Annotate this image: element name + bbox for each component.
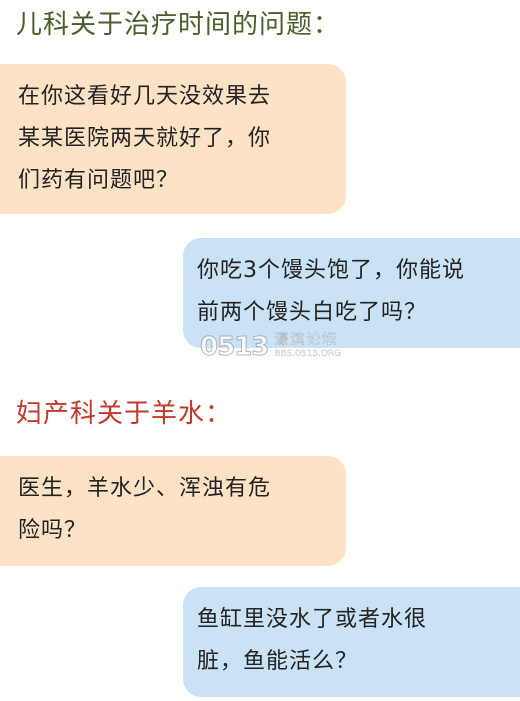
watermark-logo: 0513 [199,332,269,363]
message-line: 们药有问题吧？ [18,168,180,193]
watermark-text: 濠滨论坛 BBS.0513.ORG [274,333,341,361]
message-line: 前两个馒头白吃了吗？ [197,300,428,325]
patient-question-bubble: 医生，羊水少、浑浊有危 险吗？ [0,456,346,566]
watermark-url: BBS.0513.ORG [274,349,342,359]
doctor-answer-bubble: 鱼缸里没水了或者水很 脏，鱼能活么？ [183,587,520,697]
message-line: 你吃3个馒头饱了，你能说 [197,258,465,283]
message-line: 某某医院两天就好了，你 [18,126,272,151]
message-line: 鱼缸里没水了或者水很 [197,607,428,632]
section-heading-pediatrics: 儿科关于治疗时间的问题： [16,10,341,40]
forum-watermark: 0513 濠滨论坛 BBS.0513.ORG [199,332,341,363]
message-line: 医生，羊水少、浑浊有危 [18,476,272,501]
message-line: 脏，鱼能活么？ [197,649,359,674]
message-line: 险吗？ [18,518,88,543]
message-line: 在你这看好几天没效果去 [18,84,272,109]
watermark-title: 濠滨论坛 [274,332,339,348]
patient-question-bubble: 在你这看好几天没效果去 某某医院两天就好了，你 们药有问题吧？ [0,64,346,214]
section-heading-obstetrics: 妇产科关于羊水： [16,399,233,429]
